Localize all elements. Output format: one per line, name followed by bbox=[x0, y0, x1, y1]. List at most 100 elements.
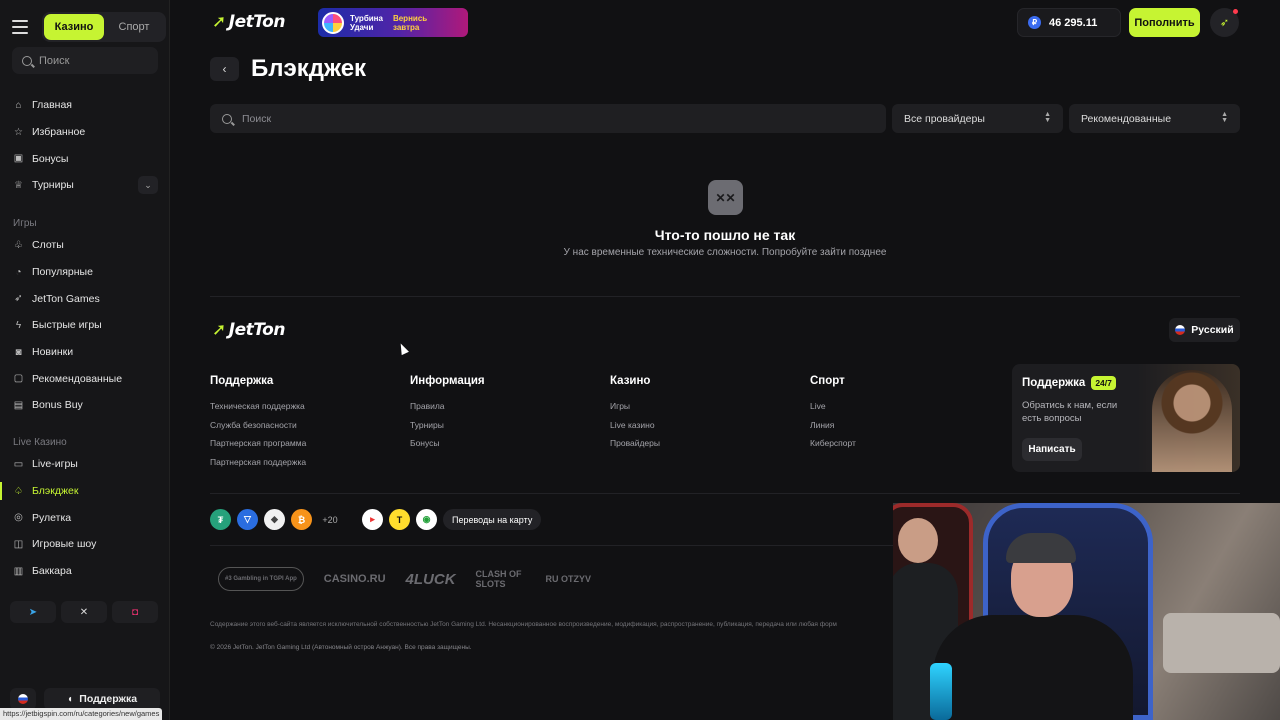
sort-arrows-icon: ▲ ▼ bbox=[1044, 111, 1051, 124]
language-flag-button[interactable] bbox=[10, 688, 36, 710]
fortune-wheel-banner[interactable]: Турбина Удачи Вернись завтра bbox=[318, 8, 468, 37]
mode-switch: Казино Спорт bbox=[42, 12, 166, 42]
webcam-person-left-head bbox=[898, 518, 938, 563]
footer-link[interactable]: Линия bbox=[810, 416, 856, 435]
more-payments-count: +20 bbox=[322, 514, 338, 525]
back-button[interactable]: ‹ bbox=[210, 57, 239, 81]
star-icon: ☆ bbox=[14, 126, 23, 138]
footer-link[interactable]: Партнерская программа bbox=[210, 434, 306, 453]
sidebar-item-bonuses[interactable]: ▣ Бонусы bbox=[0, 145, 170, 172]
divider bbox=[210, 493, 1240, 494]
sidebar-item-slots[interactable]: ♧ Слоты bbox=[0, 232, 170, 259]
sidebar-item-jetton-games[interactable]: ➶ JetTon Games bbox=[0, 285, 170, 312]
live-icon: ▭ bbox=[13, 458, 24, 470]
footer-column-support: Поддержка Техническая поддержка Служба б… bbox=[210, 375, 306, 471]
providers-select[interactable]: Все провайдеры ▲ ▼ bbox=[892, 104, 1063, 133]
support-button[interactable]: ◖ Поддержка bbox=[44, 688, 160, 710]
footer-link[interactable]: Киберспорт bbox=[810, 434, 856, 453]
tether-icon: ₮ bbox=[210, 509, 231, 530]
x-icon[interactable]: ✕ bbox=[61, 601, 107, 623]
sidebar-item-roulette[interactable]: ◎ Рулетка bbox=[0, 504, 170, 531]
footer-link[interactable]: Live bbox=[810, 397, 856, 416]
jet-logo-icon: ➚ bbox=[212, 320, 226, 340]
sidebar-item-tournaments[interactable]: ♕ Турниры ⌄ bbox=[0, 172, 170, 199]
thumbs-icon: ▢ bbox=[13, 373, 24, 385]
card-transfer-badge[interactable]: Переводы на карту bbox=[443, 509, 542, 530]
russia-flag-icon bbox=[1175, 325, 1186, 335]
legal-text: Содержание этого веб-сайта является искл… bbox=[210, 621, 837, 628]
webcam-cap bbox=[1006, 533, 1076, 563]
footer-column-info: Информация Правила Турниры Бонусы bbox=[410, 375, 485, 453]
social-links: ➤ ✕ ◘ bbox=[10, 601, 158, 623]
sidebar-item-popular[interactable]: ◔ Популярные bbox=[0, 259, 170, 286]
search-icon bbox=[22, 55, 32, 66]
webcam-bed bbox=[1163, 613, 1280, 673]
sidebar-item-live-games[interactable]: ▭ Live-игры bbox=[0, 451, 170, 478]
language-select[interactable]: Русский bbox=[1169, 318, 1240, 342]
sort-select-value: Рекомендованные bbox=[1081, 112, 1172, 125]
footer-link[interactable]: Live казино bbox=[610, 416, 660, 435]
providers-select-value: Все провайдеры bbox=[904, 112, 985, 125]
slots-icon: ♧ bbox=[14, 239, 23, 251]
sidebar-item-recommended[interactable]: ▢ Рекомендованные bbox=[0, 365, 170, 392]
show-icon: ◫ bbox=[13, 538, 24, 550]
sidebar-bottom: ◖ Поддержка bbox=[10, 688, 160, 710]
deposit-button[interactable]: Пополнить bbox=[1129, 8, 1200, 37]
wheel-icon bbox=[322, 11, 344, 34]
games-search-input[interactable]: Поиск bbox=[210, 104, 886, 133]
sidebar-item-favorites[interactable]: ☆ Избранное bbox=[0, 119, 170, 146]
page-title: Блэкджек bbox=[251, 55, 367, 82]
copyright-text: © 2026 JetTon. JetTon Gaming Ltd (Автоно… bbox=[210, 644, 472, 651]
footer-link[interactable]: Служба безопасности bbox=[210, 416, 306, 435]
footer-link[interactable]: Бонусы bbox=[410, 434, 485, 453]
chevron-down-icon[interactable]: ⌄ bbox=[138, 176, 158, 195]
sidebar-item-game-shows[interactable]: ◫ Игровые шоу bbox=[0, 531, 170, 558]
partner-logo: #3 Gambling in TGPI App bbox=[218, 567, 304, 591]
footer-link[interactable]: Правила bbox=[410, 397, 485, 416]
footer-logo-text: JetTon bbox=[228, 320, 286, 340]
banner-text-right: Вернись завтра bbox=[393, 14, 427, 32]
roulette-icon: ◎ bbox=[14, 512, 23, 524]
header-logo[interactable]: ➚ JetTon bbox=[212, 12, 285, 32]
payment-methods: ₮ ▽ ◆ ₿ +20 ▸ T ◉ Переводы на карту bbox=[210, 509, 542, 530]
partner-logo: CLASH OF SLOTS bbox=[475, 569, 522, 589]
support-card-badge: 24/7 bbox=[1091, 376, 1116, 390]
ethereum-icon: ◆ bbox=[264, 509, 285, 530]
footer-link[interactable]: Провайдеры bbox=[610, 434, 660, 453]
menu-icon[interactable] bbox=[12, 20, 28, 34]
home-icon: ⌂ bbox=[15, 99, 22, 111]
divider bbox=[210, 296, 1240, 297]
footer-link[interactable]: Турниры bbox=[410, 416, 485, 435]
sidebar-item-new[interactable]: ◙ Новинки bbox=[0, 339, 170, 366]
sidebar-item-blackjack[interactable]: ♤ Блэкджек bbox=[0, 478, 170, 505]
tab-sport[interactable]: Спорт bbox=[104, 14, 164, 40]
support-card-title: Поддержка bbox=[1022, 377, 1086, 389]
footer-column-sport: Спорт Live Линия Киберспорт bbox=[810, 375, 856, 453]
language-label: Русский bbox=[1191, 324, 1234, 336]
write-button[interactable]: Написать bbox=[1022, 438, 1082, 461]
balance-display[interactable]: ₽ 46 295.11 bbox=[1017, 8, 1121, 37]
footer-link[interactable]: Игры bbox=[610, 397, 660, 416]
partner-logo: CASINO.RU bbox=[323, 573, 386, 585]
telegram-icon[interactable]: ➤ bbox=[10, 601, 56, 623]
header-logo-text: JetTon bbox=[228, 12, 286, 32]
sidebar-item-baccarat[interactable]: ▥ Баккара bbox=[0, 558, 170, 585]
avatar[interactable]: ➶ bbox=[1210, 8, 1239, 37]
footer-link[interactable]: Партнерская поддержка bbox=[210, 453, 306, 472]
russia-flag-icon bbox=[18, 694, 28, 704]
footer-link[interactable]: Техническая поддержка bbox=[210, 397, 306, 416]
support-card: Поддержка 24/7 Обратись к нам, если есть… bbox=[1012, 364, 1240, 472]
instagram-icon[interactable]: ◘ bbox=[112, 601, 158, 623]
sber-icon: ◉ bbox=[416, 509, 437, 530]
tab-casino[interactable]: Казино bbox=[44, 14, 104, 40]
sidebar-games-nav: Игры ♧ Слоты ◔ Популярные ➶ JetTon Games ϟБ… bbox=[0, 216, 170, 419]
sidebar-search-input[interactable]: Поиск bbox=[12, 47, 158, 74]
games-search-placeholder: Поиск bbox=[242, 112, 272, 125]
sidebar-item-bonus-buy[interactable]: ▤ Bonus Buy bbox=[0, 392, 170, 419]
sort-select[interactable]: Рекомендованные ▲ ▼ bbox=[1069, 104, 1240, 133]
sidebar-item-home[interactable]: ⌂ Главная bbox=[0, 92, 170, 119]
sidebar-main-nav: ⌂ Главная ☆ Избранное ▣ Бонусы ♕ Турниры ⌄ bbox=[0, 92, 170, 199]
sidebar-item-quick-games[interactable]: ϟ Быстрые игры bbox=[0, 312, 170, 339]
footer-logo[interactable]: ➚ JetTon bbox=[212, 320, 285, 340]
search-icon bbox=[222, 113, 232, 124]
